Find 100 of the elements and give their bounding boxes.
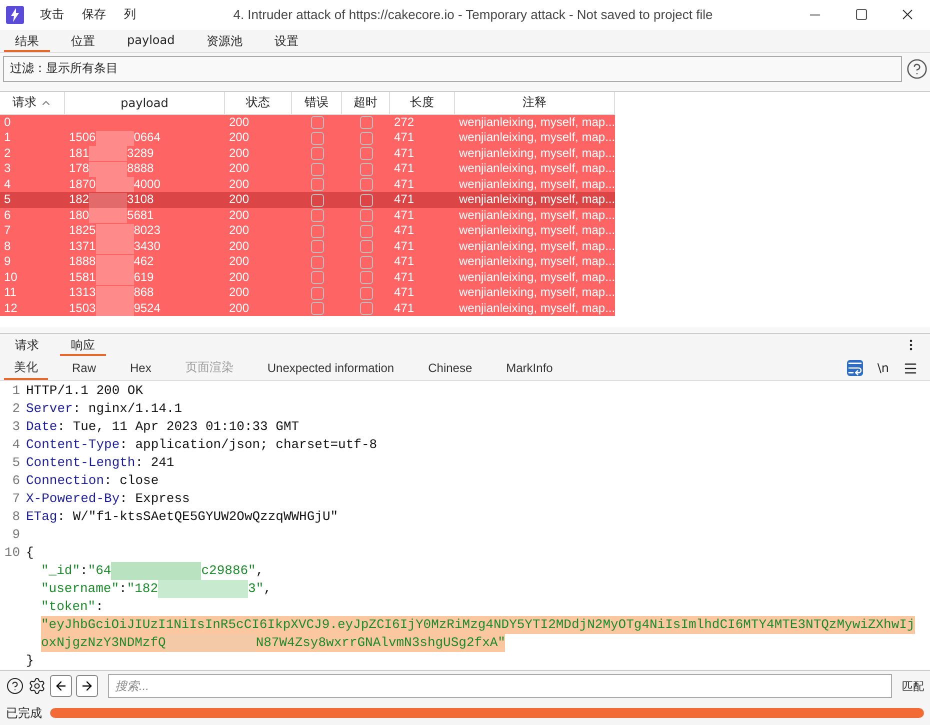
table-cell: 471 — [394, 223, 414, 239]
code-text: : Express — [120, 490, 190, 508]
table-cell: wenjianleixing, myself, map... — [459, 254, 616, 270]
match-count: 匹配 — [902, 678, 924, 694]
table-cell: 9524 — [134, 300, 160, 316]
table-cell: 1888 — [69, 254, 96, 270]
table-cell: 272 — [394, 114, 414, 130]
wrap-icon[interactable] — [847, 360, 864, 376]
table-cell: 868 — [134, 285, 154, 301]
maximize-icon[interactable] — [854, 8, 868, 22]
code-text: : — [119, 580, 127, 598]
table-cell: 471 — [394, 270, 414, 286]
app-logo-icon — [6, 6, 24, 24]
table-cell: 8 — [4, 238, 11, 254]
code-text: : W/"f1-ktsSAetQE5GYUW2OwQzzqWWHGjU" — [57, 508, 338, 526]
table-cell: 619 — [134, 270, 154, 286]
table-cell: wenjianleixing, myself, map... — [459, 114, 616, 130]
table-cell: wenjianleixing, myself, map... — [459, 223, 616, 239]
menu-icon[interactable] — [903, 360, 918, 376]
table-cell: 9 — [4, 254, 11, 270]
redaction-blur — [96, 239, 134, 254]
code-text: : close — [104, 472, 159, 490]
table-cell: 471 — [394, 238, 414, 254]
table-cell: wenjianleixing, myself, map... — [459, 208, 616, 224]
redaction-blur — [96, 301, 134, 316]
table-cell: 471 — [394, 192, 414, 208]
table-cell: 1371 — [69, 238, 96, 254]
settings-icon[interactable] — [28, 677, 46, 696]
table-cell: 200 — [229, 114, 250, 130]
filter-bar[interactable]: 过滤：显示所有条目 — [3, 56, 902, 82]
table-cell: 200 — [229, 208, 250, 224]
tab[interactable]: payload — [116, 30, 186, 52]
code-text: N87W4Zsy8wxrrGNAlvmN3shgUSg2fxA" — [256, 634, 506, 652]
code-text: X-Powered-By — [26, 490, 120, 508]
back-button[interactable] — [50, 675, 72, 698]
tab[interactable]: Chinese — [418, 358, 482, 379]
table-cell: 4 — [4, 176, 11, 192]
code-text: : — [80, 562, 88, 580]
menu-item[interactable]: 攻击 — [40, 6, 64, 24]
tab[interactable]: 结果 — [4, 30, 50, 52]
code-text: Connection — [26, 472, 104, 490]
table-cell: 3108 — [127, 192, 154, 208]
arrow-right-icon — [80, 679, 94, 694]
line-number: 2 — [11, 400, 21, 418]
code-text: Content-Type — [26, 436, 120, 454]
table-cell: 3 — [4, 161, 11, 177]
code-text: : — [96, 598, 104, 616]
help-icon[interactable] — [906, 58, 928, 80]
window-title: 4. Intruder attack of https://cakecore.io - Temporary attack - Not saved to project file — [232, 7, 714, 22]
line-number: 1 — [11, 382, 21, 400]
tab[interactable]: 资源池 — [196, 30, 254, 52]
code-text: Date — [26, 418, 58, 436]
redaction-blur — [89, 208, 128, 224]
code-text: Content-Length — [26, 454, 136, 472]
tab[interactable]: 美化 — [4, 356, 48, 380]
tab[interactable]: Hex — [120, 358, 162, 379]
redaction-blur — [96, 286, 134, 301]
code-text: oxNjgzNzY3NDMzfQ — [41, 634, 166, 652]
table-cell: 200 — [229, 285, 250, 301]
forward-button[interactable] — [76, 675, 98, 698]
tab[interactable]: MarkInfo — [496, 358, 563, 379]
code-text: : 241 — [135, 454, 174, 472]
result-row[interactable]: 5 182 3108 200 471 wenjianleixing, myself, map... — [0, 192, 615, 208]
table-cell: wenjianleixing, myself, map... — [459, 192, 616, 208]
redaction-blur — [96, 177, 134, 192]
table-cell: 7 — [4, 223, 11, 239]
code-text: "_id" — [41, 562, 80, 580]
code-text: } — [26, 652, 34, 670]
table-cell: 200 — [229, 161, 250, 177]
code-text: HTTP/1.1 200 OK — [26, 382, 144, 400]
line-number: 5 — [11, 454, 21, 472]
tab[interactable]: 设置 — [264, 30, 310, 52]
table-cell: 1870 — [69, 176, 96, 192]
tab[interactable]: Unexpected information — [257, 358, 404, 379]
line-number: 10 — [3, 544, 21, 562]
table-cell: 181 — [69, 146, 90, 162]
table-cell: 0664 — [134, 130, 160, 146]
table-cell: 200 — [229, 176, 250, 192]
table-cell: 471 — [394, 130, 414, 146]
help-icon[interactable] — [6, 677, 24, 696]
search-field[interactable]: 搜索... — [108, 674, 892, 698]
redaction-blur — [96, 270, 134, 286]
table-cell: wenjianleixing, myself, map... — [459, 146, 616, 162]
table-cell: 4000 — [134, 176, 160, 192]
table-cell: wenjianleixing, myself, map... — [459, 238, 616, 254]
table-cell: 1581 — [69, 270, 96, 286]
tab[interactable]: Raw — [62, 358, 106, 379]
code-text: "182 — [126, 580, 158, 598]
code-text: ETag — [26, 508, 58, 526]
newline-toggle[interactable]: \n — [877, 361, 889, 376]
tab[interactable]: 位置 — [60, 30, 106, 52]
code-text: c29886" — [201, 562, 256, 580]
table-cell: wenjianleixing, myself, map... — [459, 161, 616, 177]
code-text: : nginx/1.14.1 — [72, 400, 182, 418]
table-cell: 6 — [4, 208, 11, 224]
menu-item[interactable]: 保存 — [82, 6, 106, 24]
menu-item[interactable]: 列 — [124, 6, 136, 24]
table-cell: 471 — [394, 300, 414, 316]
table-cell: 1506 — [69, 130, 96, 146]
tab[interactable]: 请求 — [4, 334, 50, 356]
